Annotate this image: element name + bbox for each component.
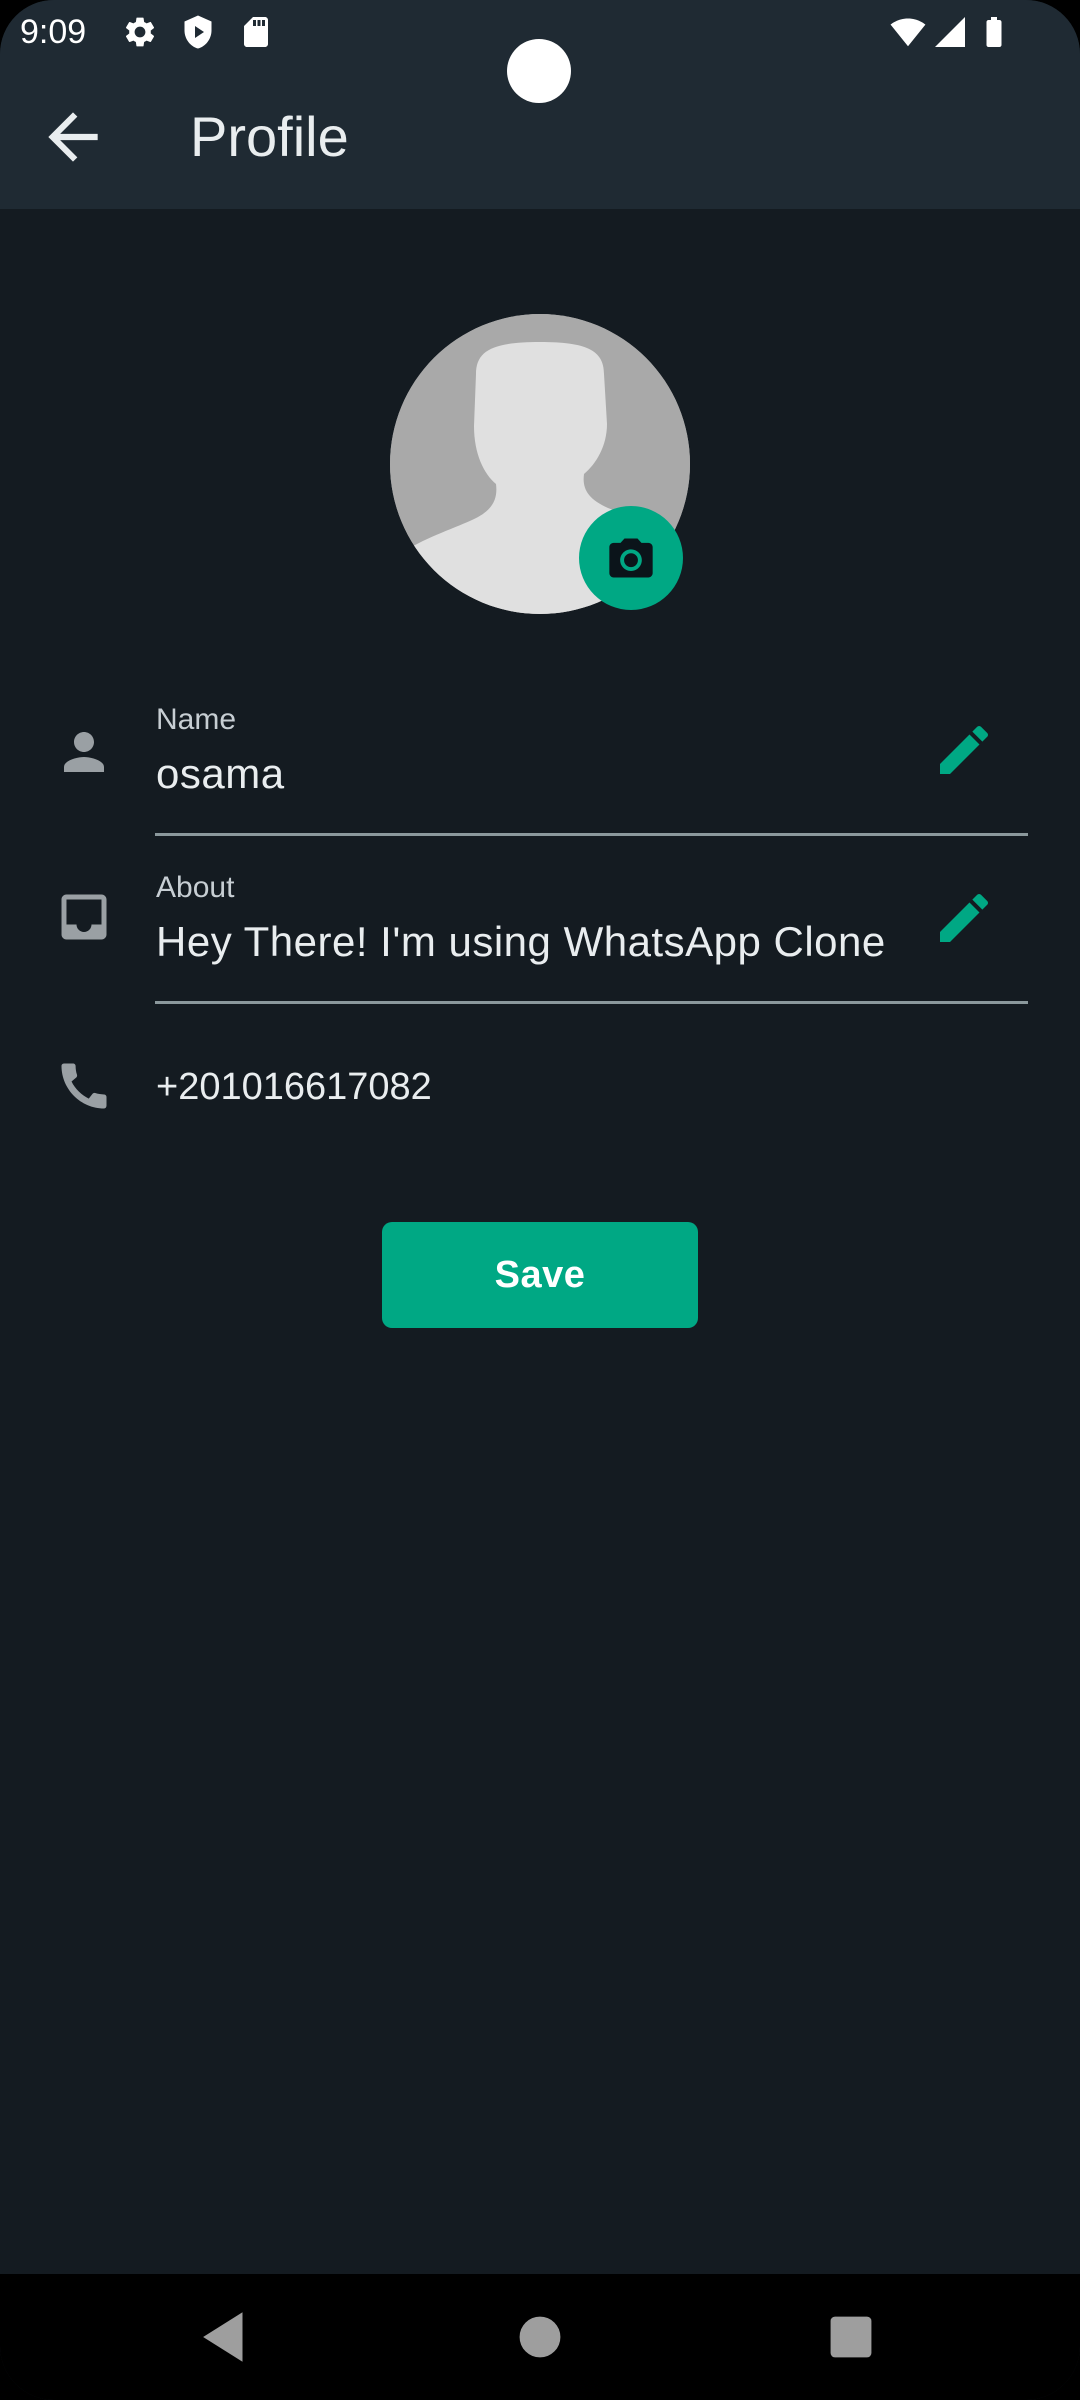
pencil-icon — [940, 893, 989, 942]
about-value[interactable]: Hey There! I'm using WhatsApp Clone — [156, 916, 886, 968]
wifi-icon — [890, 14, 926, 50]
inbox-icon — [54, 887, 114, 947]
change-photo-button[interactable] — [579, 506, 683, 610]
person-icon — [54, 722, 114, 782]
pencil-icon — [940, 725, 989, 774]
shield-play-icon — [180, 14, 216, 50]
edit-about-button[interactable] — [932, 886, 996, 950]
signal-icon — [932, 14, 968, 50]
arrow-back-icon — [48, 112, 98, 162]
name-underline — [155, 833, 1028, 836]
nav-recents-button[interactable] — [816, 2302, 886, 2372]
name-label: Name — [156, 703, 237, 736]
nav-home-icon — [519, 2316, 561, 2358]
about-label: About — [156, 871, 235, 904]
about-underline — [155, 1001, 1028, 1004]
nav-recents-icon — [830, 2316, 872, 2358]
save-button[interactable]: Save — [382, 1222, 698, 1328]
camera-icon — [609, 538, 653, 578]
sd-card-icon — [238, 14, 274, 50]
nav-home-button[interactable] — [505, 2302, 575, 2372]
edit-name-button[interactable] — [932, 718, 996, 782]
profile-screen: 9:09 Profile Name osama About Hey There!… — [0, 0, 1080, 2400]
status-time: 9:09 — [20, 13, 87, 51]
name-value[interactable]: osama — [156, 748, 285, 800]
back-button[interactable] — [36, 100, 110, 174]
phone-value: +201016617082 — [156, 1066, 432, 1108]
page-title: Profile — [190, 105, 349, 168]
battery-icon — [976, 14, 1012, 50]
gear-icon — [122, 14, 158, 50]
phone-icon — [54, 1056, 114, 1116]
app-bar: Profile — [0, 64, 1080, 209]
nav-back-button[interactable] — [190, 2302, 260, 2372]
nav-back-icon — [203, 2312, 243, 2362]
navigation-bar — [0, 2274, 1080, 2400]
